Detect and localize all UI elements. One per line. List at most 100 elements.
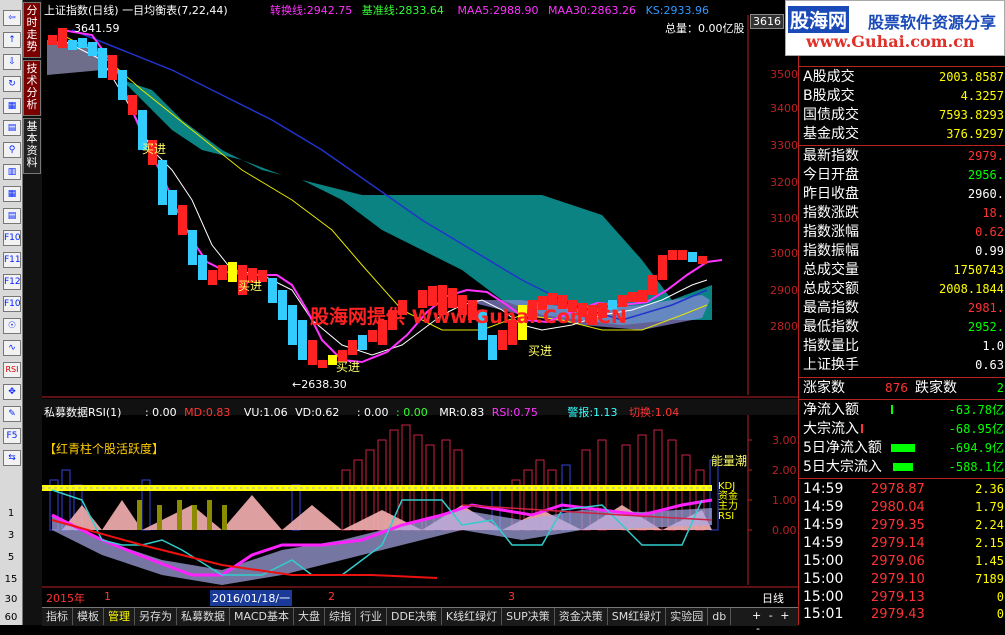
zh-label: 转换线: xyxy=(270,4,307,17)
alarm-label: 警报: xyxy=(567,406,594,419)
tab-macd[interactable]: MACD基本 xyxy=(230,608,294,625)
scroll-right-button[interactable]: + xyxy=(780,609,789,622)
logo-slogan: 股票软件资源分享 xyxy=(868,13,997,32)
sub-v0: : 0.00 xyxy=(144,406,177,419)
price-tick: 3000 xyxy=(770,247,798,260)
f5-icon[interactable]: F5 xyxy=(3,428,21,444)
indicator-values: 转换线:2942.75 基准线:2833.64 MAA5:2988.90 MAA… xyxy=(270,2,709,18)
tab-sm-light[interactable]: SM红绿灯 xyxy=(608,608,667,625)
candle-icon[interactable]: ⚲ xyxy=(3,142,21,158)
tick-price: 2979.14 xyxy=(871,536,925,551)
target-icon[interactable]: ☉ xyxy=(3,318,21,334)
sub-z1: : 0.00 xyxy=(356,406,389,419)
total-volume: 总量：0.00亿股 xyxy=(665,22,745,35)
zoom-in-button[interactable]: + xyxy=(752,609,761,622)
tab-db[interactable]: db xyxy=(708,608,732,625)
report-icon[interactable]: ▤ xyxy=(3,208,21,224)
f10-alt-icon[interactable]: F10 xyxy=(3,296,21,312)
period-15-button[interactable]: 15 xyxy=(0,574,22,585)
tab-manage[interactable]: 管理 xyxy=(104,608,135,625)
line-chart-icon[interactable]: ▤ xyxy=(3,120,21,136)
period-60-button[interactable]: 60 xyxy=(0,612,22,623)
sub-indicator-values: 私募数据RSI(1) : 0.00 MD:0.83 VU:1.06 VD:0.6… xyxy=(44,404,679,420)
down-arrow-icon[interactable]: ⇩ xyxy=(3,54,21,70)
sub-tick: 2.00 xyxy=(772,464,797,477)
info-value: 0.63 xyxy=(975,358,1004,372)
wave-icon[interactable]: ∿ xyxy=(3,340,21,356)
tab-fund[interactable]: 资金决策 xyxy=(555,608,608,625)
high-label: 3641.59 xyxy=(74,22,120,35)
tab-indicator[interactable]: 指标 xyxy=(42,608,73,625)
buy-signal-3: 买进 xyxy=(336,360,361,374)
pen-icon[interactable]: ✎ xyxy=(3,406,21,422)
switch-icon[interactable]: ⇆ xyxy=(3,450,21,466)
watermark: 股海网提供 Www.Guhai.Com.CN xyxy=(310,306,627,328)
tab-lab[interactable]: 实验园 xyxy=(666,608,709,625)
up-arrow-icon[interactable]: ↑ xyxy=(3,32,21,48)
flow-row: 净流入额 -63.78亿 xyxy=(799,401,1005,420)
info-value: 0.99 xyxy=(975,244,1004,258)
tab-intraday[interactable]: 分时走势 xyxy=(23,2,41,58)
flow-bar xyxy=(893,463,913,471)
tick-price: 2978.87 xyxy=(871,482,925,497)
info-label: 指数涨幅 xyxy=(803,224,859,240)
info-label: B股成交 xyxy=(803,88,855,104)
tab-dde[interactable]: DDE决策 xyxy=(387,608,442,625)
flow-value: -63.78亿 xyxy=(948,403,1004,417)
down-count-label: 跌家数 xyxy=(915,380,957,396)
flow-label: 净流入额 xyxy=(803,402,859,418)
info-value: 7593.8293 xyxy=(938,108,1004,122)
scroll-left-button[interactable]: - xyxy=(756,622,760,635)
tab-kline-light[interactable]: K线红绿灯 xyxy=(442,608,503,625)
sub-tick: 0.00 xyxy=(772,524,797,537)
period-5-button[interactable]: 5 xyxy=(0,552,22,563)
table-icon[interactable]: ▦ xyxy=(3,186,21,202)
buy-signal-2: 买进 xyxy=(238,279,263,293)
sub-z2: : 0.00 xyxy=(396,406,428,419)
info-row: 最低指数 2952. xyxy=(799,318,1005,337)
tick-volume: 0 xyxy=(996,607,1004,621)
back-icon[interactable]: ⇦ xyxy=(3,10,21,26)
info-value: 2003.8587 xyxy=(938,70,1004,84)
period-3-button[interactable]: 3 xyxy=(0,530,22,541)
grid-icon[interactable]: ▦ xyxy=(3,98,21,114)
flow-bar xyxy=(891,405,893,414)
zoom-out-button[interactable]: - xyxy=(769,609,773,622)
rsi-icon[interactable]: RSI xyxy=(3,362,21,378)
tab-fundamentals[interactable]: 基本资料 xyxy=(23,118,41,174)
sub-tick: 3.00 xyxy=(772,434,797,447)
info-label: 最低指数 xyxy=(803,319,859,335)
tick-price: 2979.06 xyxy=(871,554,925,569)
md-label: MD: xyxy=(184,406,206,419)
time-month-1: 1 xyxy=(104,590,111,603)
price-tick: 3200 xyxy=(770,176,798,189)
down-count-value: 2 xyxy=(996,381,1004,395)
tab-save-as[interactable]: 另存为 xyxy=(135,608,177,625)
f11-icon[interactable]: F11 xyxy=(3,252,21,268)
period-label[interactable]: 日线 xyxy=(762,590,784,606)
tab-private-data[interactable]: 私募数据 xyxy=(177,608,230,625)
tick-time: 14:59 xyxy=(803,517,844,533)
f10-icon[interactable]: F10 xyxy=(3,230,21,246)
price-tick: 2800 xyxy=(770,320,798,333)
tab-template[interactable]: 模板 xyxy=(73,608,104,625)
move-icon[interactable]: ✥ xyxy=(3,384,21,400)
info-value: 1750743 xyxy=(953,263,1004,277)
f12-icon[interactable]: F12 xyxy=(3,274,21,290)
info-label: 上证换手 xyxy=(803,357,859,373)
sub-legend: 【红青柱个股活跃度】 xyxy=(44,442,165,456)
period-30-button[interactable]: 30 xyxy=(0,594,22,605)
quote-panel: A股成交 2003.8587 B股成交 4.3257 国债成交 7593.8293 基… xyxy=(798,0,1005,625)
list-icon[interactable]: ▥ xyxy=(3,164,21,180)
tab-industry[interactable]: 行业 xyxy=(356,608,387,625)
price-tick: 3400 xyxy=(770,102,798,115)
info-row: 昨日收盘 2960. xyxy=(799,185,1005,204)
refresh-icon[interactable]: ↻ xyxy=(3,76,21,92)
tab-sup[interactable]: SUP决策 xyxy=(502,608,555,625)
info-label: 基金成交 xyxy=(803,126,859,142)
tab-composite[interactable]: 综指 xyxy=(325,608,356,625)
period-1-button[interactable]: 1 xyxy=(0,508,22,519)
tab-technical[interactable]: 技术分析 xyxy=(23,60,41,116)
tab-market[interactable]: 大盘 xyxy=(294,608,325,625)
flow-bar xyxy=(861,424,863,433)
